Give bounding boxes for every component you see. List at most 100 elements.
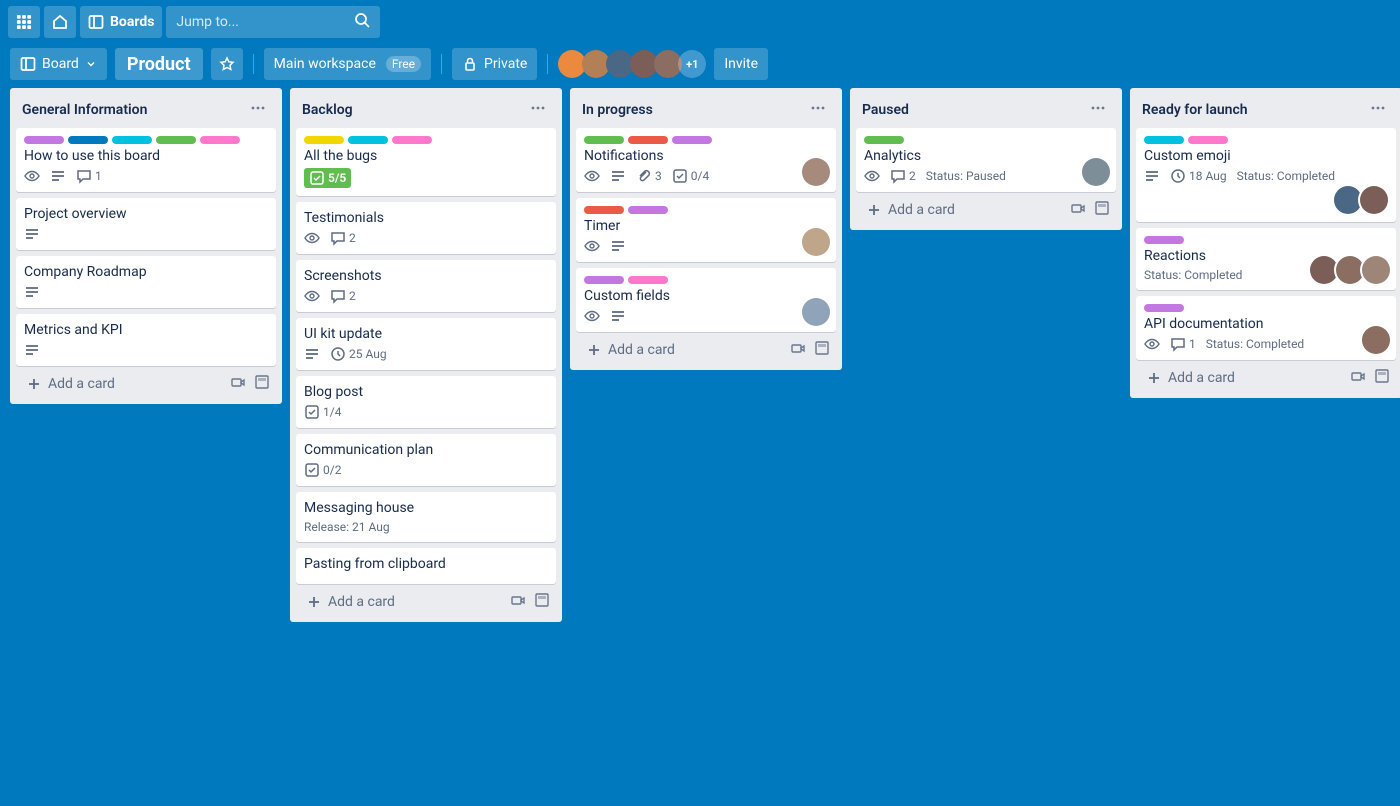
list-title[interactable]: General Information	[22, 102, 147, 118]
list-menu-button[interactable]	[806, 98, 830, 122]
add-card-button[interactable]: Add a card	[22, 372, 119, 396]
card[interactable]: Analytics2Status: Paused	[856, 128, 1116, 192]
jump-to-search[interactable]	[166, 6, 380, 38]
card[interactable]: Custom fields	[576, 268, 836, 332]
template-button[interactable]	[254, 374, 270, 394]
label-cyan[interactable]	[112, 136, 152, 144]
card[interactable]: Screenshots2	[296, 260, 556, 312]
label-purple[interactable]	[1144, 236, 1184, 244]
video-button[interactable]	[1350, 368, 1366, 388]
card[interactable]: All the bugs5/5	[296, 128, 556, 196]
checklist-icon	[309, 170, 325, 186]
video-button[interactable]	[790, 340, 806, 360]
description-icon	[610, 308, 626, 324]
list-title[interactable]: In progress	[582, 102, 653, 118]
avatar[interactable]	[1362, 256, 1390, 284]
comments-badge: 1	[1170, 336, 1196, 352]
label-green[interactable]	[584, 136, 624, 144]
dots-icon	[250, 100, 266, 116]
label-purple[interactable]	[672, 136, 712, 144]
description-badge	[610, 308, 626, 324]
video-button[interactable]	[510, 592, 526, 612]
add-card-button[interactable]: Add a card	[862, 198, 959, 222]
card[interactable]: How to use this board1	[16, 128, 276, 192]
label-purple[interactable]	[1144, 304, 1184, 312]
member-overflow[interactable]: +1	[678, 50, 706, 78]
label-yellow[interactable]	[304, 136, 344, 144]
avatar[interactable]	[1362, 326, 1390, 354]
label-purple[interactable]	[628, 206, 668, 214]
workspace-button[interactable]: Main workspace Free	[264, 48, 431, 80]
apps-button[interactable]	[8, 6, 40, 38]
label-pink[interactable]	[1188, 136, 1228, 144]
video-button[interactable]	[1070, 200, 1086, 220]
template-button[interactable]	[534, 592, 550, 612]
home-button[interactable]	[44, 6, 76, 38]
list-menu-button[interactable]	[1086, 98, 1110, 122]
card[interactable]: Custom emoji18 AugStatus: Completed	[1136, 128, 1396, 222]
label-red[interactable]	[628, 136, 668, 144]
card[interactable]: Communication plan0/2	[296, 434, 556, 486]
label-green[interactable]	[864, 136, 904, 144]
list-menu-button[interactable]	[526, 98, 550, 122]
card-title: Project overview	[24, 206, 268, 222]
star-button[interactable]	[211, 48, 243, 80]
add-card-button[interactable]: Add a card	[302, 590, 399, 614]
card[interactable]: Timer	[576, 198, 836, 262]
label-purple[interactable]	[24, 136, 64, 144]
boards-button[interactable]: Boards	[80, 6, 162, 38]
boards-label: Boards	[110, 14, 154, 30]
template-button[interactable]	[1094, 200, 1110, 220]
invite-button[interactable]: Invite	[714, 48, 768, 80]
video-button[interactable]	[230, 374, 246, 394]
card[interactable]: Blog post1/4	[296, 376, 556, 428]
card[interactable]: Notifications30/4	[576, 128, 836, 192]
label-cyan[interactable]	[1144, 136, 1184, 144]
avatar[interactable]	[802, 298, 830, 326]
list-title[interactable]: Backlog	[302, 102, 353, 118]
video-icon	[1070, 200, 1086, 216]
jump-input[interactable]	[176, 14, 354, 30]
avatar[interactable]	[1082, 158, 1110, 186]
avatar[interactable]	[802, 228, 830, 256]
label-green[interactable]	[156, 136, 196, 144]
template-button[interactable]	[814, 340, 830, 360]
list-title[interactable]: Paused	[862, 102, 909, 118]
avatar[interactable]	[1310, 256, 1338, 284]
card[interactable]: Metrics and KPI	[16, 314, 276, 366]
avatar[interactable]	[1334, 186, 1362, 214]
description-icon	[1144, 168, 1160, 184]
board-members: +1	[558, 50, 706, 78]
card[interactable]: ReactionsStatus: Completed	[1136, 228, 1396, 290]
avatar[interactable]	[1360, 186, 1388, 214]
card[interactable]: API documentation1Status: Completed	[1136, 296, 1396, 360]
label-pink[interactable]	[628, 276, 668, 284]
avatar[interactable]	[802, 158, 830, 186]
label-cyan[interactable]	[348, 136, 388, 144]
description-badge	[1144, 168, 1160, 184]
card[interactable]: Testimonials2	[296, 202, 556, 254]
label-pink[interactable]	[392, 136, 432, 144]
board-view-switch[interactable]: Board	[10, 48, 107, 80]
add-card-button[interactable]: Add a card	[1142, 366, 1239, 390]
label-blue[interactable]	[68, 136, 108, 144]
card-title: Custom emoji	[1144, 148, 1388, 164]
add-card-button[interactable]: Add a card	[582, 338, 679, 362]
card[interactable]: Company Roadmap	[16, 256, 276, 308]
template-button[interactable]	[1374, 368, 1390, 388]
label-purple[interactable]	[584, 276, 624, 284]
visibility-button[interactable]: Private	[452, 48, 537, 80]
label-red[interactable]	[584, 206, 624, 214]
watch-badge	[584, 168, 600, 184]
list-menu-button[interactable]	[1366, 98, 1390, 122]
comment-icon	[890, 168, 906, 184]
card[interactable]: UI kit update25 Aug	[296, 318, 556, 370]
list-menu-button[interactable]	[246, 98, 270, 122]
card[interactable]: Project overview	[16, 198, 276, 250]
list-title[interactable]: Ready for launch	[1142, 102, 1248, 118]
board-name[interactable]: Product	[115, 48, 203, 80]
card[interactable]: Pasting from clipboard	[296, 548, 556, 584]
card[interactable]: Messaging houseRelease: 21 Aug	[296, 492, 556, 542]
label-pink[interactable]	[200, 136, 240, 144]
avatar[interactable]	[1336, 256, 1364, 284]
